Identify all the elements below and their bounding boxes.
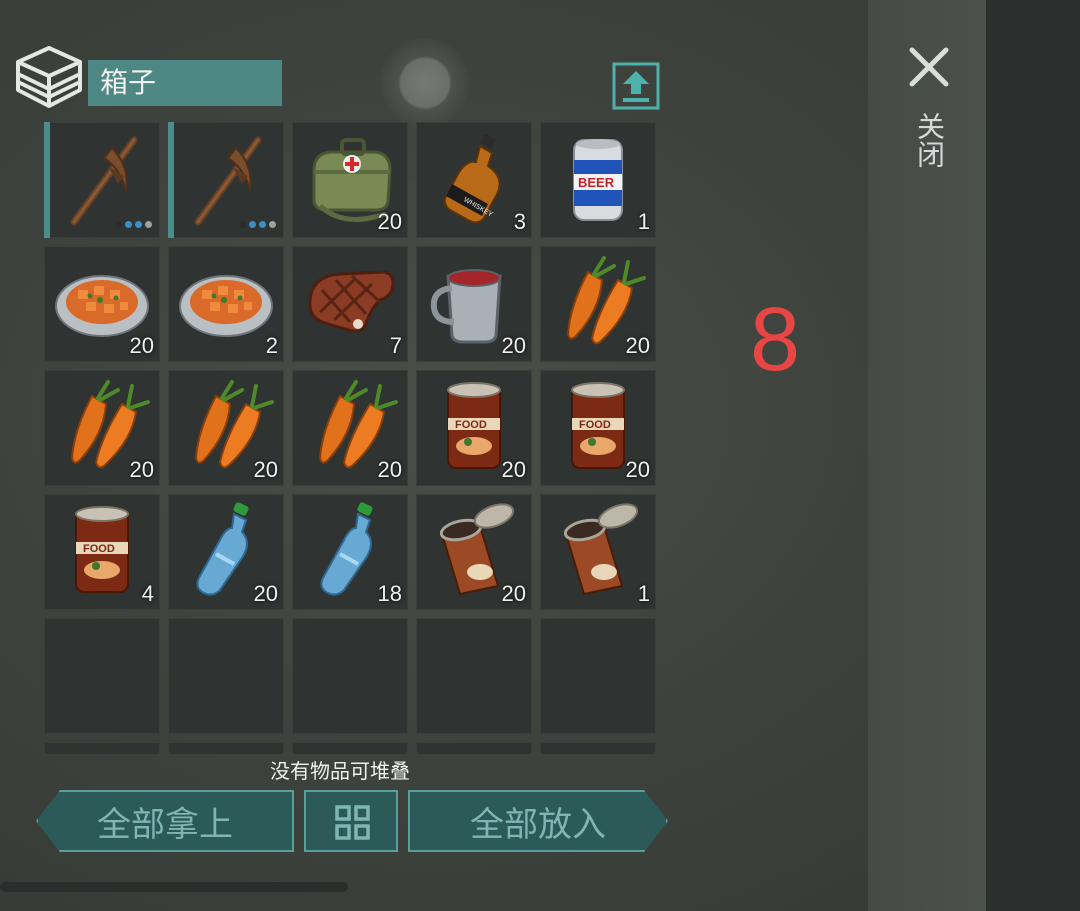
svg-text:FOOD: FOOD: [579, 419, 611, 431]
item-count: 18: [377, 581, 402, 606]
inventory-slot-carrot-stew-plate[interactable]: 2: [168, 246, 284, 362]
inventory-slot-canned-food[interactable]: FOOD 20: [540, 370, 656, 486]
inventory-slot-empty[interactable]: [168, 742, 284, 754]
item-count: 4: [141, 581, 154, 606]
sort-grid-icon: [335, 805, 370, 840]
item-count: 1: [637, 209, 650, 234]
pickaxe-icon: [70, 136, 138, 226]
inventory-slot-canned-food[interactable]: FOOD 4: [44, 494, 160, 610]
inventory-slot-carrots[interactable]: 20: [44, 370, 160, 486]
item-count: 20: [253, 457, 278, 482]
durability-dots: [239, 221, 276, 228]
durability-dots: [115, 221, 152, 228]
close-label[interactable]: 关闭: [912, 112, 946, 168]
inventory-slot-empty[interactable]: [292, 618, 408, 734]
item-count: 20: [377, 457, 402, 482]
inventory-slot-beer-can[interactable]: BEER 1: [540, 122, 656, 238]
close-icon[interactable]: [906, 44, 952, 90]
inventory-slot-empty[interactable]: [292, 742, 408, 754]
item-count: 3: [513, 209, 526, 234]
item-count: 20: [501, 333, 526, 358]
joystick-knob[interactable]: [380, 38, 470, 128]
inventory-slot-empty[interactable]: [416, 618, 532, 734]
inventory-slot-open-can[interactable]: 1: [540, 494, 656, 610]
svg-text:FOOD: FOOD: [455, 419, 487, 431]
item-count: 1: [637, 581, 650, 606]
steak-icon: [308, 270, 395, 333]
inventory-slot-empty[interactable]: [44, 618, 160, 734]
item-count: 20: [129, 457, 154, 482]
container-title: 箱子: [88, 60, 282, 106]
inventory-slot-carrot-stew-plate[interactable]: 20: [44, 246, 160, 362]
take-all-button[interactable]: 全部拿上: [36, 790, 294, 852]
inventory-slot-steak[interactable]: 7: [292, 246, 408, 362]
item-count: 2: [265, 333, 278, 358]
open-can-icon: [563, 503, 639, 596]
durability-dot: [269, 221, 276, 228]
durability-dot: [239, 221, 246, 228]
durability-dot: [145, 221, 152, 228]
upload-icon[interactable]: [612, 62, 660, 110]
item-count: 20: [501, 457, 526, 482]
inventory-slot-pickaxe[interactable]: [44, 122, 160, 238]
inventory-slot-empty[interactable]: [416, 742, 532, 754]
svg-text:FOOD: FOOD: [83, 543, 115, 555]
inventory-slot-water-bottle[interactable]: 20: [168, 494, 284, 610]
inventory-slot-empty[interactable]: [168, 618, 284, 734]
inventory-slot-empty[interactable]: [44, 742, 160, 754]
box-icon: [16, 46, 82, 108]
inventory-slot-medkit-bag[interactable]: 20: [292, 122, 408, 238]
svg-text:BEER: BEER: [578, 175, 615, 190]
item-count: 7: [389, 333, 402, 358]
scrollbar[interactable]: [0, 882, 348, 892]
stack-status-text: 没有物品可堆叠: [270, 759, 410, 783]
item-count: 20: [377, 209, 402, 234]
inventory-grid: 20 WHISKEY 3 BEER 1 20 2 7 20 20 20 20 20…: [44, 122, 660, 754]
durability-dot: [125, 221, 132, 228]
inventory-slot-empty[interactable]: [540, 742, 656, 754]
inventory-slot-pickaxe[interactable]: [168, 122, 284, 238]
inventory-slot-empty[interactable]: [540, 618, 656, 734]
item-count: 20: [625, 457, 650, 482]
durability-dot: [115, 221, 122, 228]
inventory-slot-carrots[interactable]: 20: [168, 370, 284, 486]
durability-dot: [135, 221, 142, 228]
pickaxe-icon: [194, 136, 262, 226]
item-count: 20: [625, 333, 650, 358]
inventory-slot-tea-mug[interactable]: 20: [416, 246, 532, 362]
item-count: 20: [129, 333, 154, 358]
sort-button[interactable]: [304, 790, 398, 852]
item-count: 20: [253, 581, 278, 606]
inventory-slot-carrots[interactable]: 20: [292, 370, 408, 486]
inventory-slot-canned-food[interactable]: FOOD 20: [416, 370, 532, 486]
canned-food-icon: FOOD: [75, 506, 129, 593]
screen-edge: [986, 0, 1080, 911]
whiskey-bottle-icon: WHISKEY: [443, 134, 501, 224]
overlay-number: 8: [749, 290, 801, 390]
item-count: 20: [501, 581, 526, 606]
beer-can-icon: BEER: [573, 139, 623, 221]
inventory-slot-whiskey-bottle[interactable]: WHISKEY 3: [416, 122, 532, 238]
inventory-slot-open-can[interactable]: 20: [416, 494, 532, 610]
carrot-stew-plate-icon: [179, 275, 273, 337]
put-all-button[interactable]: 全部放入: [408, 790, 668, 852]
inventory-slot-water-bottle[interactable]: 18: [292, 494, 408, 610]
inventory-slot-carrots[interactable]: 20: [540, 246, 656, 362]
durability-dot: [249, 221, 256, 228]
durability-dot: [259, 221, 266, 228]
